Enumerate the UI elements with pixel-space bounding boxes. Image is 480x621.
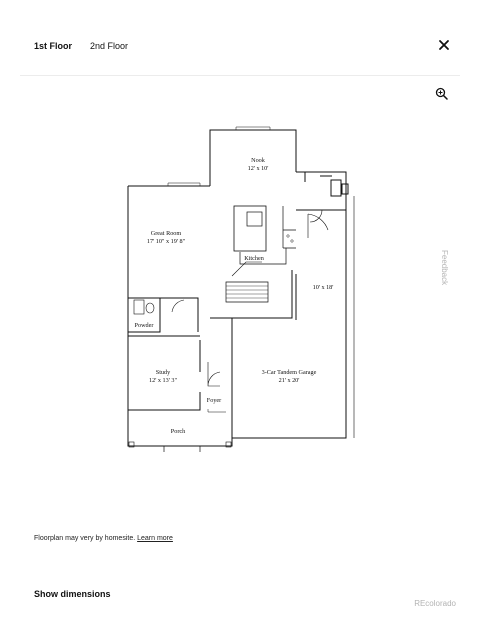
- room-study-size: 12' x 13' 3": [149, 377, 177, 384]
- floorplan: Nook 12' x 10' Great Room 17' 10" x 19' …: [127, 126, 355, 452]
- note-text: Floorplan may very by homesite.: [34, 535, 136, 542]
- room-great-room-name: Great Room: [151, 230, 182, 237]
- room-nook-name: Nook: [251, 157, 266, 164]
- floorplan-note: Floorplan may very by homesite. Learn mo…: [34, 535, 173, 542]
- zoom-in-button[interactable]: [435, 87, 448, 100]
- room-nook-size: 12' x 10': [248, 165, 269, 172]
- brand-label: REcolorado: [414, 599, 456, 608]
- zoom-in-icon: [435, 87, 448, 100]
- show-dimensions-button[interactable]: Show dimensions: [34, 589, 111, 599]
- tab-1st-floor[interactable]: 1st Floor: [34, 41, 72, 51]
- room-garage-name: 3-Car Tandem Garage: [262, 369, 317, 376]
- floor-tabs: 1st Floor 2nd Floor: [34, 41, 128, 51]
- room-powder-name: Powder: [135, 322, 154, 329]
- learn-more-link[interactable]: Learn more: [137, 535, 173, 542]
- room-study-name: Study: [156, 369, 171, 376]
- feedback-tab[interactable]: Feedback: [440, 250, 449, 285]
- room-great-room-size: 17' 10" x 19' 8": [147, 238, 186, 245]
- room-porch-name: Porch: [171, 428, 186, 435]
- header-divider: [20, 75, 460, 76]
- room-garage-size: 21' x 20': [279, 377, 300, 384]
- room-bonus-size: 10' x 18': [313, 284, 334, 291]
- tab-2nd-floor[interactable]: 2nd Floor: [90, 41, 128, 51]
- room-foyer-name: Foyer: [207, 397, 221, 404]
- close-icon: [439, 40, 449, 50]
- room-kitchen-name: Kitchen: [244, 255, 264, 262]
- close-button[interactable]: [437, 38, 451, 52]
